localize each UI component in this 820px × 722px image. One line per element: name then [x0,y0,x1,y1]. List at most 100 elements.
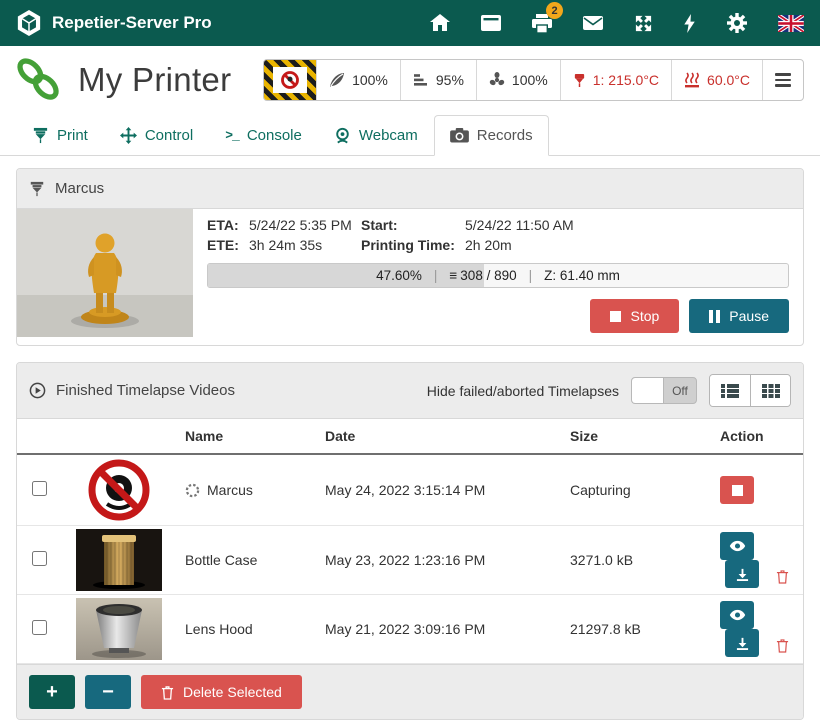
fan-status[interactable]: 100% [476,60,560,100]
speed-icon [329,72,345,88]
row-checkbox[interactable] [32,551,47,566]
tab-control[interactable]: Control [104,115,209,156]
top-navbar: Repetier-Server Pro 2 [0,0,820,46]
speed-status[interactable]: 100% [316,60,400,100]
action-column-header: Action [712,419,803,454]
view-video-button[interactable] [720,601,754,629]
timelapse-controls: Hide failed/aborted Timelapses Off [427,374,791,407]
pause-button[interactable]: Pause [689,299,789,333]
layer-progress: 308 / 890 [460,268,516,283]
tab-records[interactable]: Records [434,115,549,156]
power-icon[interactable] [684,11,696,35]
row-checkbox[interactable] [32,481,47,496]
speed-value: 100% [352,72,388,88]
move-arrows-icon [120,127,137,144]
pause-label: Pause [729,308,769,324]
messages-icon[interactable] [583,11,603,35]
separator: | [434,268,438,283]
flow-status[interactable]: 95% [400,60,476,100]
webcam-hazard-frame [264,60,316,100]
frontend-icon[interactable] [481,11,501,35]
download-icon [736,637,749,650]
fullscreen-icon[interactable] [634,11,653,35]
bed-temp-status[interactable]: 60.0°C [671,60,762,100]
download-video-button[interactable] [725,629,759,657]
select-column-header [17,419,61,454]
video-date: May 21, 2022 3:09:16 PM [317,595,562,664]
table-header-row: Name Date Size Action [17,419,803,454]
stop-button[interactable]: Stop [590,299,679,333]
deselect-all-button[interactable]: − [85,675,131,709]
notifications-badge: 2 [546,2,563,19]
stop-icon [610,311,621,322]
timelapse-table: Name Date Size Action [17,419,803,664]
video-thumbnail[interactable] [76,598,162,660]
timelapse-panel-header: Finished Timelapse Videos Hide failed/ab… [17,363,803,419]
tab-console[interactable]: >_ Console [209,115,318,156]
extruder-icon [573,73,586,88]
video-size: 3271.0 kB [562,526,712,595]
date-column-header: Date [317,419,562,454]
delete-video-button[interactable] [776,638,789,653]
video-size: 21297.8 kB [562,595,712,664]
navbar-icons: 2 [430,11,804,35]
no-webcam-icon [87,458,151,522]
stop-label: Stop [630,308,659,324]
job-thumbnail [17,209,193,337]
download-video-button[interactable] [725,560,759,588]
repetier-logo-icon [16,9,42,37]
brand[interactable]: Repetier-Server Pro [16,9,212,37]
terminal-icon: >_ [225,128,239,143]
heated-bed-icon [684,72,700,88]
view-mode-group [709,374,791,407]
no-webcam-mini-icon [273,67,307,93]
grid-view-icon [762,384,780,398]
view-video-button[interactable] [720,532,754,560]
bed-temp-value: 60.0°C [707,72,750,88]
print-icon [32,127,49,144]
delete-selected-button[interactable]: Delete Selected [141,675,302,709]
home-icon[interactable] [430,11,450,35]
fan-value: 100% [512,72,548,88]
eta-value: 5/24/22 5:35 PM [249,217,361,233]
delete-selected-label: Delete Selected [183,684,282,700]
spinner-icon [185,483,200,498]
settings-gear-icon[interactable] [727,11,747,35]
progress-text: 47.60% | ≡ 308 / 890 | Z: 61.40 mm [208,264,788,287]
printers-icon[interactable]: 2 [532,11,552,35]
select-all-button[interactable]: + [29,675,75,709]
printer-chain-logo-icon [16,57,62,103]
tab-print[interactable]: Print [16,115,104,156]
row-checkbox[interactable] [32,620,47,635]
trash-icon [776,641,789,656]
camera-icon [450,128,469,143]
printer-status-bar: 100% 95% 100% [263,59,804,101]
grid-view-button[interactable] [750,375,790,406]
language-flag-icon[interactable] [778,11,804,35]
job-info: ETA: 5/24/22 5:35 PM Start: 5/24/22 11:5… [193,209,803,345]
separator: | [529,268,533,283]
table-row: Bottle Case May 23, 2022 1:23:16 PM 3271… [17,526,803,595]
delete-video-button[interactable] [776,569,789,584]
tab-records-label: Records [477,127,533,144]
extruder-temp-status[interactable]: 1: 215.0°C [560,60,671,100]
video-thumbnail[interactable] [76,529,162,591]
printer-menu-button[interactable] [762,60,803,100]
job-stats: ETA: 5/24/22 5:35 PM Start: 5/24/22 11:5… [207,217,789,253]
fan-icon [489,72,505,88]
table-row: Lens Hood May 21, 2022 3:09:16 PM 21297.… [17,595,803,664]
ete-value: 3h 24m 35s [249,237,361,253]
name-column-header: Name [177,419,317,454]
list-view-icon [721,384,739,398]
video-date: May 24, 2022 3:15:14 PM [317,454,562,526]
hide-failed-toggle[interactable]: Off [631,377,697,404]
list-view-button[interactable] [710,375,750,406]
extruder-temp-value: 1: 215.0°C [593,72,659,88]
stop-capture-button[interactable] [720,476,754,504]
webcam-preview[interactable] [264,60,316,100]
z-height: Z: 61.40 mm [544,268,620,283]
eye-icon [729,609,746,621]
print-job-icon [29,181,45,197]
tab-webcam[interactable]: Webcam [318,115,434,156]
eta-label: ETA: [207,217,249,233]
